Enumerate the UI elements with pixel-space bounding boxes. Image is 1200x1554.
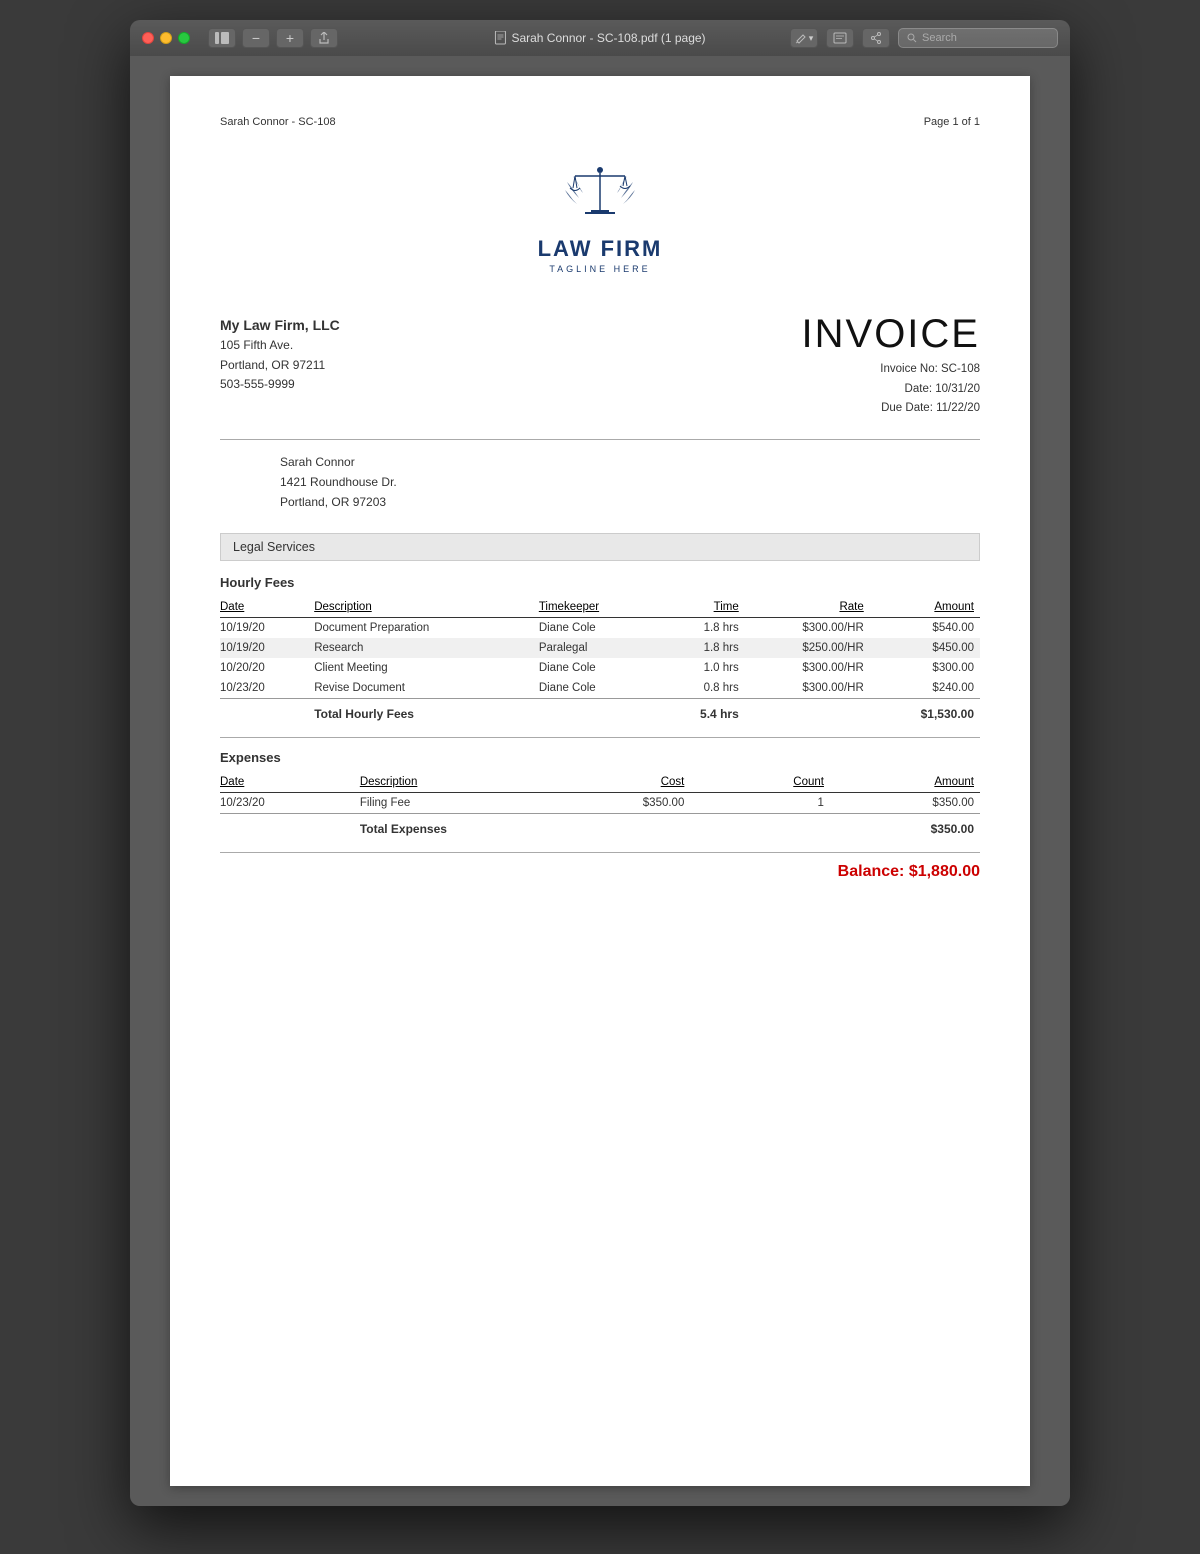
- fees-divider: [220, 737, 980, 738]
- client-address2: Portland, OR 97203: [280, 492, 980, 512]
- col-amount: Amount: [870, 598, 980, 618]
- hourly-fees-title: Hourly Fees: [220, 575, 980, 590]
- table-row: 10/23/20 Filing Fee $350.00 1 $350.00: [220, 792, 980, 813]
- invoice-due: Due Date: 11/22/20: [802, 399, 980, 419]
- firm-name-logo: LAW FIRM: [538, 236, 663, 262]
- firm-phone: 503-555-9999: [220, 375, 340, 394]
- expenses-table: Date Description Cost Count Amount 10/23…: [220, 773, 980, 840]
- invoice-header: INVOICE Invoice No: SC-108 Date: 10/31/2…: [802, 314, 980, 419]
- expenses-title: Expenses: [220, 750, 980, 765]
- invoice-title: INVOICE: [802, 314, 980, 354]
- total-expenses-label: Total Expenses: [360, 813, 705, 840]
- search-placeholder: Search: [922, 32, 957, 44]
- firm-legal-name: My Law Firm, LLC: [220, 314, 340, 336]
- total-hourly-amount: $1,530.00: [870, 698, 980, 725]
- client-address: Sarah Connor 1421 Roundhouse Dr. Portlan…: [280, 452, 980, 513]
- firm-address2: Portland, OR 97211: [220, 356, 340, 375]
- pdf-header: Sarah Connor - SC-108 Page 1 of 1: [220, 116, 980, 128]
- table-row: 10/20/20 Client Meeting Diane Cole 1.0 h…: [220, 658, 980, 678]
- pdf-page: Sarah Connor - SC-108 Page 1 of 1: [170, 76, 1030, 1486]
- traffic-lights: [142, 32, 190, 44]
- col-timekeeper: Timekeeper: [539, 598, 662, 618]
- close-button[interactable]: [142, 32, 154, 44]
- billing-section: My Law Firm, LLC 105 Fifth Ave. Portland…: [220, 314, 980, 419]
- window-title: Sarah Connor - SC-108.pdf (1 page): [494, 31, 705, 45]
- exp-col-date: Date: [220, 773, 360, 793]
- law-firm-logo-icon: [555, 148, 645, 228]
- firm-address1: 105 Fifth Ave.: [220, 336, 340, 355]
- firm-info: My Law Firm, LLC 105 Fifth Ave. Portland…: [220, 314, 340, 394]
- sidebar-toggle-button[interactable]: [208, 28, 236, 48]
- table-row: 10/19/20 Document Preparation Diane Cole…: [220, 617, 980, 638]
- total-hourly-label: Total Hourly Fees: [314, 698, 662, 725]
- zoom-in-button[interactable]: +: [276, 28, 304, 48]
- doc-reference: Sarah Connor - SC-108: [220, 116, 336, 128]
- pdf-area: Sarah Connor - SC-108 Page 1 of 1: [130, 56, 1070, 1506]
- invoice-date: Date: 10/31/20: [802, 380, 980, 400]
- zoom-out-button[interactable]: −: [242, 28, 270, 48]
- titlebar-right-icons: ▾: [790, 28, 1058, 48]
- search-bar[interactable]: Search: [898, 28, 1058, 48]
- exp-col-count: Count: [704, 773, 844, 793]
- exp-col-cost: Cost: [535, 773, 705, 793]
- firm-tagline: TAGLINE HERE: [549, 264, 650, 274]
- balance-line: Balance: $1,880.00: [220, 852, 980, 881]
- hourly-fees-table: Date Description Timekeeper Time Rate Am…: [220, 598, 980, 725]
- col-time: Time: [662, 598, 745, 618]
- app-window: − + Sarah Connor - SC-108.pdf (1 page): [130, 20, 1070, 1506]
- client-name: Sarah Connor: [280, 452, 980, 472]
- minimize-button[interactable]: [160, 32, 172, 44]
- titlebar: − + Sarah Connor - SC-108.pdf (1 page): [130, 20, 1070, 56]
- invoice-details: Invoice No: SC-108 Date: 10/31/20 Due Da…: [802, 360, 980, 419]
- share-button[interactable]: [310, 28, 338, 48]
- col-description: Description: [314, 598, 539, 618]
- col-rate: Rate: [745, 598, 870, 618]
- billing-divider: [220, 439, 980, 440]
- table-row: 10/19/20 Research Paralegal 1.8 hrs $250…: [220, 638, 980, 658]
- balance-amount: Balance: $1,880.00: [838, 863, 980, 880]
- titlebar-left-icons: − +: [208, 28, 338, 48]
- total-expenses-amount: $350.00: [844, 813, 980, 840]
- invoice-number: Invoice No: SC-108: [802, 360, 980, 380]
- share2-button[interactable]: [862, 28, 890, 48]
- page-number: Page 1 of 1: [924, 116, 980, 128]
- table-row: 10/23/20 Revise Document Diane Cole 0.8 …: [220, 678, 980, 699]
- maximize-button[interactable]: [178, 32, 190, 44]
- annotate-button[interactable]: ▾: [790, 28, 818, 48]
- client-address1: 1421 Roundhouse Dr.: [280, 472, 980, 492]
- tools-button[interactable]: [826, 28, 854, 48]
- section-header-bar: Legal Services: [220, 533, 980, 561]
- exp-col-amount: Amount: [844, 773, 980, 793]
- total-hourly-time: 5.4 hrs: [662, 698, 745, 725]
- logo-section: LAW FIRM TAGLINE HERE: [220, 148, 980, 274]
- exp-col-description: Description: [360, 773, 535, 793]
- col-date: Date: [220, 598, 314, 618]
